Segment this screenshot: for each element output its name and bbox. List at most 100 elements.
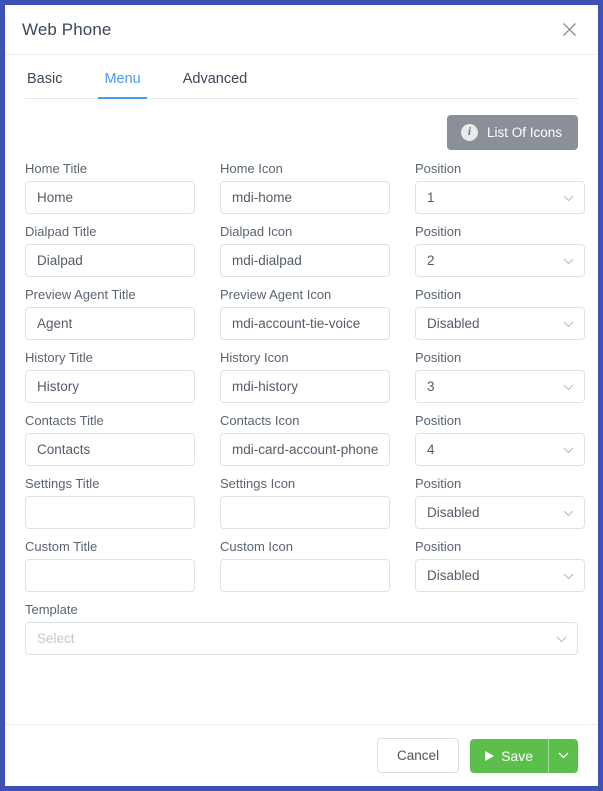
save-split-button: Save (470, 738, 578, 773)
field-group-dialpad-icon: Dialpad Icon (220, 224, 390, 277)
form-row-history: History Title History Icon Position 3 (25, 350, 585, 403)
field-group-preview-agent-icon: Preview Agent Icon (220, 287, 390, 340)
chevron-down-icon (563, 258, 574, 265)
play-icon (485, 750, 495, 761)
preview-agent-icon-input[interactable] (220, 307, 390, 340)
chevron-down-icon (563, 384, 574, 391)
home-icon-label: Home Icon (220, 161, 283, 176)
field-group-home-position: Position 1 (415, 161, 585, 214)
custom-title-input[interactable] (25, 559, 195, 592)
field-group-dialpad-title: Dialpad Title (25, 224, 195, 277)
field-group-settings-position: Position Disabled (415, 476, 585, 529)
home-position-label: Position (415, 161, 462, 176)
history-position-select[interactable]: 3 (415, 370, 585, 403)
preview-agent-icon-label: Preview Agent Icon (220, 287, 332, 302)
history-position-label: Position (415, 350, 462, 365)
history-position-value: 3 (427, 379, 435, 394)
form-row-contacts: Contacts Title Contacts Icon Position 4 (25, 413, 585, 466)
list-of-icons-button[interactable]: i List Of Icons (446, 115, 578, 150)
home-position-value: 1 (427, 190, 435, 205)
settings-title-label: Settings Title (25, 476, 100, 491)
dialog-titlebar: Web Phone (5, 5, 598, 55)
save-button[interactable]: Save (470, 739, 548, 773)
contacts-icon-input[interactable] (220, 433, 390, 466)
field-group-dialpad-position: Position 2 (415, 224, 585, 277)
template-label: Template (25, 602, 78, 617)
home-title-label: Home Title (25, 161, 88, 176)
field-group-contacts-position: Position 4 (415, 413, 585, 466)
form-row-custom: Custom Title Custom Icon Position Disabl… (25, 539, 585, 592)
page-title: Web Phone (22, 19, 112, 39)
chevron-down-icon (556, 636, 567, 643)
dialpad-title-label: Dialpad Title (25, 224, 97, 239)
contacts-position-value: 4 (427, 442, 435, 457)
settings-icon-input[interactable] (220, 496, 390, 529)
tab-menu[interactable]: Menu (98, 71, 148, 99)
field-group-history-title: History Title (25, 350, 195, 403)
contacts-position-label: Position (415, 413, 462, 428)
field-group-preview-agent-title: Preview Agent Title (25, 287, 195, 340)
info-icon: i (460, 124, 478, 141)
settings-position-select[interactable]: Disabled (415, 496, 585, 529)
dialpad-icon-input[interactable] (220, 244, 390, 277)
field-group-custom-title: Custom Title (25, 539, 195, 592)
field-group-settings-title: Settings Title (25, 476, 195, 529)
dialpad-icon-label: Dialpad Icon (220, 224, 293, 239)
history-title-label: History Title (25, 350, 93, 365)
contacts-position-select[interactable]: 4 (415, 433, 585, 466)
settings-position-value: Disabled (427, 505, 480, 520)
history-icon-label: History Icon (220, 350, 289, 365)
cancel-button[interactable]: Cancel (377, 738, 460, 773)
toolbar: i List Of Icons (25, 115, 578, 150)
settings-icon-label: Settings Icon (220, 476, 296, 491)
tab-advanced[interactable]: Advanced (181, 71, 250, 98)
settings-title-input[interactable] (25, 496, 195, 529)
custom-position-value: Disabled (427, 568, 480, 583)
dialpad-position-value: 2 (427, 253, 435, 268)
custom-title-label: Custom Title (25, 539, 98, 554)
form-row-template: Template Select (25, 602, 578, 655)
field-group-preview-agent-position: Position Disabled (415, 287, 585, 340)
home-title-input[interactable] (25, 181, 195, 214)
field-group-template: Template Select (25, 602, 578, 655)
custom-position-label: Position (415, 539, 462, 554)
template-value: Select (37, 631, 75, 646)
tab-basic[interactable]: Basic (25, 71, 64, 98)
tabs-container: Basic Menu Advanced (5, 55, 598, 99)
field-group-home-icon: Home Icon (220, 161, 390, 214)
contacts-title-label: Contacts Title (25, 413, 104, 428)
field-group-contacts-title: Contacts Title (25, 413, 195, 466)
settings-position-label: Position (415, 476, 462, 491)
history-icon-input[interactable] (220, 370, 390, 403)
dialpad-title-input[interactable] (25, 244, 195, 277)
home-position-select[interactable]: 1 (415, 181, 585, 214)
template-select[interactable]: Select (25, 622, 578, 655)
menu-settings-form: i List Of Icons Home Title Home Icon Pos… (5, 99, 598, 724)
close-icon[interactable] (556, 17, 582, 43)
contacts-icon-label: Contacts Icon (220, 413, 300, 428)
list-of-icons-label: List Of Icons (486, 125, 562, 140)
dialpad-position-label: Position (415, 224, 462, 239)
tab-list: Basic Menu Advanced (25, 55, 578, 99)
form-row-preview-agent: Preview Agent Title Preview Agent Icon P… (25, 287, 585, 340)
field-group-history-position: Position 3 (415, 350, 585, 403)
save-button-label: Save (501, 747, 533, 764)
field-group-history-icon: History Icon (220, 350, 390, 403)
form-row-settings: Settings Title Settings Icon Position Di… (25, 476, 585, 529)
form-row-dialpad: Dialpad Title Dialpad Icon Position 2 (25, 224, 585, 277)
chevron-down-icon (563, 321, 574, 328)
field-group-home-title: Home Title (25, 161, 195, 214)
custom-position-select[interactable]: Disabled (415, 559, 585, 592)
contacts-title-input[interactable] (25, 433, 195, 466)
custom-icon-input[interactable] (220, 559, 390, 592)
field-group-custom-icon: Custom Icon (220, 539, 390, 592)
chevron-down-icon (558, 752, 569, 759)
preview-agent-position-select[interactable]: Disabled (415, 307, 585, 340)
chevron-down-icon (563, 447, 574, 454)
preview-agent-title-input[interactable] (25, 307, 195, 340)
history-title-input[interactable] (25, 370, 195, 403)
dialpad-position-select[interactable]: 2 (415, 244, 585, 277)
web-phone-dialog: Web Phone Basic Menu Advanced i List Of … (0, 0, 603, 791)
save-dropdown-button[interactable] (548, 738, 578, 773)
home-icon-input[interactable] (220, 181, 390, 214)
